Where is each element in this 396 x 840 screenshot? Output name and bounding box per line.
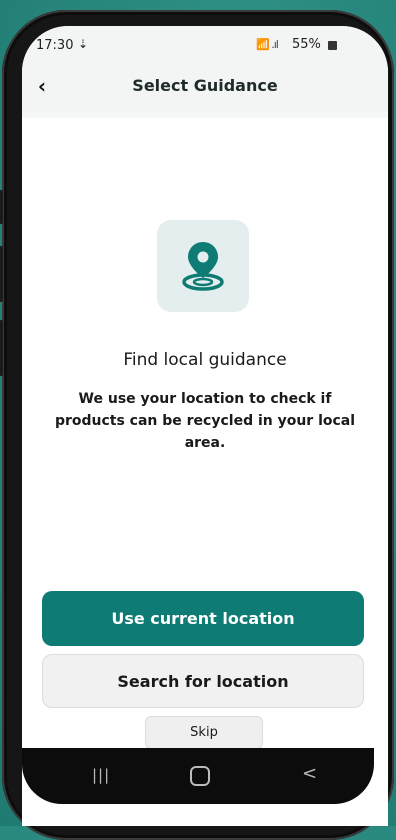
battery-icon: [328, 41, 337, 50]
side-button-left-low: [0, 320, 3, 376]
battery-percent: 55%: [292, 37, 321, 52]
nav-back-icon[interactable]: <: [302, 763, 317, 784]
section-heading: Find local guidance: [123, 350, 287, 370]
location-icon-box: [157, 220, 249, 312]
location-pin-icon: [182, 242, 224, 291]
recent-apps-icon[interactable]: |||: [92, 766, 110, 784]
app-bar: ‹ Select Guidance: [22, 62, 388, 112]
download-icon: ⇣: [78, 37, 89, 51]
screen: 17:30 ⇣ 📶 .ıl 55% ‹ Select Guidance Find…: [22, 26, 388, 826]
signal-icon: 📶 .ıl: [256, 38, 279, 51]
header-divider: [22, 112, 388, 118]
page-title: Select Guidance: [132, 76, 278, 95]
system-nav-bar: ||| <: [22, 748, 374, 804]
search-for-location-button[interactable]: Search for location: [42, 654, 364, 708]
side-button-left-mid: [0, 246, 3, 302]
home-icon[interactable]: [190, 766, 210, 786]
section-description: We use your location to check if product…: [54, 391, 356, 451]
status-time: 17:30: [36, 38, 74, 53]
skip-button[interactable]: Skip: [145, 716, 263, 749]
side-button-left-top: [0, 190, 3, 224]
use-current-location-button[interactable]: Use current location: [42, 591, 364, 646]
status-bar: 17:30 ⇣ 📶 .ıl 55%: [22, 26, 388, 62]
